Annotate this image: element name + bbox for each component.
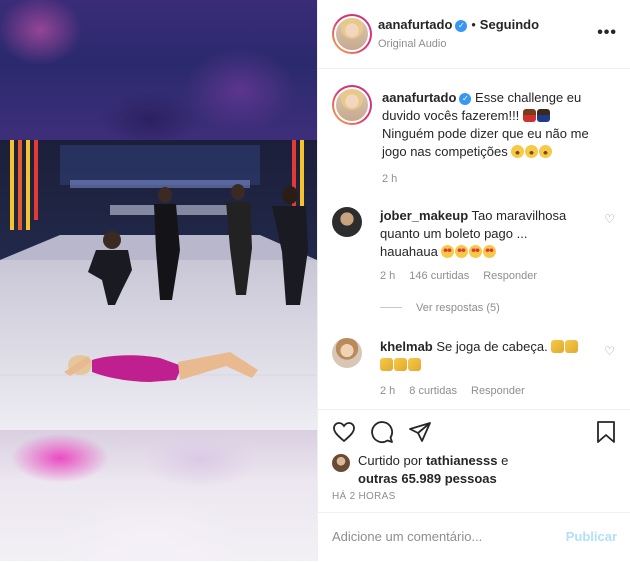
liked-by-user[interactable]: tathianesss [426,453,498,468]
caption-text-part2: Ninguém pode dizer que eu não me jogo na… [382,126,589,159]
view-replies[interactable]: Ver respostas (5) [380,302,514,314]
caption-time[interactable]: 2 h [382,173,397,185]
comment-meta: 2 h 146 curtidas Responder [380,270,551,282]
comment-likes[interactable]: 8 curtidas [409,385,457,397]
comment-time[interactable]: 2 h [380,270,395,282]
heart-eyes-emoji-icon [455,245,469,258]
man-dancing-emoji-icon [536,109,550,122]
author-avatar-image [334,16,370,52]
clapping-hands-emoji-icon [380,358,393,371]
post-time-ago[interactable]: HÁ 2 HORAS [332,491,396,502]
sweat-smile-emoji-icon [511,145,525,158]
heart-icon[interactable] [332,420,356,447]
comment-time[interactable]: 2 h [380,385,395,397]
clapping-hands-emoji-icon [565,340,579,353]
comment-input[interactable] [332,529,532,544]
likes-count[interactable]: outras 65.989 pessoas [358,471,497,486]
clapping-hands-emoji-icon [394,358,407,371]
comment-text: jober_makeup Tao maravilhosa quanto um b… [380,207,580,261]
verified-badge-icon: ✓ [455,20,468,32]
caption-author-avatar[interactable] [332,85,372,125]
verified-badge-icon: ✓ [459,93,472,105]
reply-button[interactable]: Responder [471,385,525,397]
view-replies-label[interactable]: Ver respostas (5) [416,302,500,314]
comment-like-heart-icon[interactable]: ♡ [604,212,615,226]
post-video[interactable] [0,0,317,561]
comment-like-heart-icon[interactable]: ♡ [604,344,615,358]
caption-avatar-image [334,87,370,123]
share-icon[interactable] [408,420,432,447]
video-frame[interactable] [0,140,317,430]
heart-eyes-emoji-icon [441,245,455,258]
instagram-post: aanafurtado ✓ • Seguindo Original Audio •••… [0,0,630,561]
comment-likes[interactable]: 146 curtidas [409,270,469,282]
liked-by-avatar[interactable] [332,454,350,472]
clapping-hands-emoji-icon [408,358,421,371]
post-header: aanafurtado ✓ • Seguindo Original Audio ••• [318,0,630,69]
sweat-smile-emoji-icon [539,145,553,158]
post-details: aanafurtado ✓ • Seguindo Original Audio •••… [317,0,630,561]
header-line: aanafurtado ✓ • Seguindo [378,17,539,32]
comment-username[interactable]: jober_makeup [380,208,468,223]
comment-meta: 2 h 8 curtidas Responder [380,385,539,397]
caption-username[interactable]: aanafurtado [382,90,456,105]
comment-avatar[interactable] [332,338,362,368]
comment-username[interactable]: khelmab [380,339,433,354]
video-blur-top [0,0,317,140]
audio-label[interactable]: Original Audio [378,38,447,50]
clapping-hands-emoji-icon [551,340,565,353]
add-comment-bar: Publicar [318,512,630,562]
comment-avatar[interactable] [332,207,362,237]
divider-line [380,307,402,308]
caption-meta: 2 h [382,173,411,185]
dancer-emoji-icon [522,109,536,122]
bookmark-icon[interactable] [595,420,617,447]
video-blur-bottom [0,430,317,561]
following-button[interactable]: Seguindo [480,17,539,32]
liked-by-text: Curtido por tathianesss e outras 65.989 … [358,452,508,488]
liked-by-prefix: Curtido por [358,453,423,468]
comment-text: khelmab Se joga de cabeça. [380,338,580,374]
sweat-smile-emoji-icon [525,145,539,158]
comment-body: Se joga de cabeça. [436,339,548,354]
author-avatar[interactable] [332,14,372,54]
more-options-icon[interactable]: ••• [597,24,617,42]
separator-dot: • [471,18,476,32]
reply-button[interactable]: Responder [483,270,537,282]
heart-eyes-emoji-icon [483,245,497,258]
comments-section[interactable]: aanafurtado ✓ Esse challenge eu duvido vo… [318,69,630,409]
publish-button[interactable]: Publicar [566,529,617,544]
author-username[interactable]: aanafurtado [378,17,452,32]
comment-icon[interactable] [370,420,394,447]
caption-text: aanafurtado ✓ Esse challenge eu duvido vo… [382,89,602,161]
liked-by-conjunction: e [501,453,509,468]
heart-eyes-emoji-icon [469,245,483,258]
